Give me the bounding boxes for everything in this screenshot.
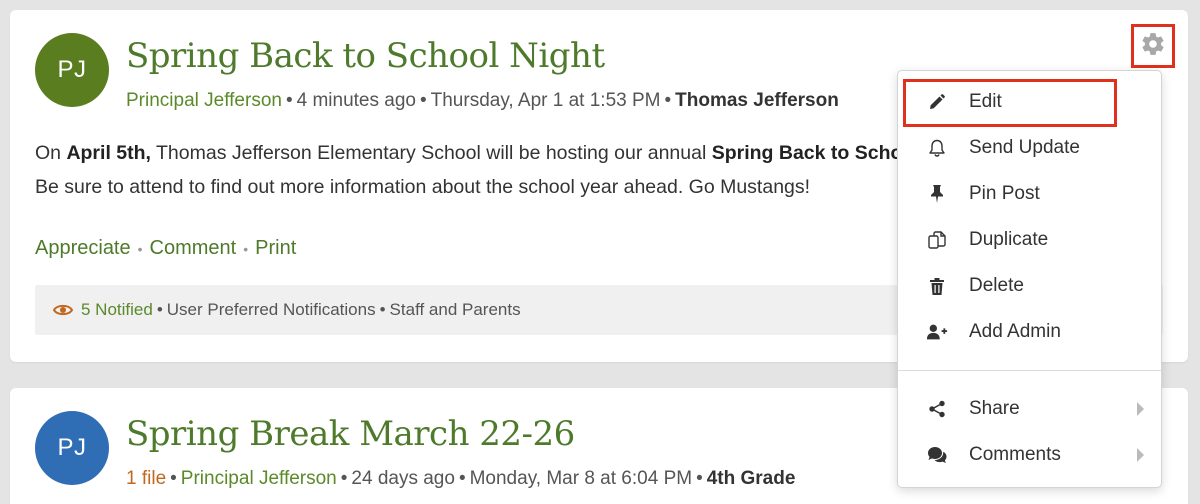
copy-icon	[926, 229, 948, 251]
chevron-right-icon	[1135, 447, 1145, 469]
print-link[interactable]: Print	[255, 237, 296, 259]
menu-item-label: Comments	[969, 444, 1061, 465]
body-line-2: Be sure to attend to find out more infor…	[35, 176, 811, 198]
menu-item-delete[interactable]: Delete	[898, 264, 1161, 308]
notified-count[interactable]: 5 Notified	[81, 300, 153, 320]
post-options-menu: Edit Send Update Pin Post Duplicate Dele…	[897, 70, 1162, 488]
author-link[interactable]: Principal Jefferson	[181, 468, 337, 489]
menu-item-pin-post[interactable]: Pin Post	[898, 172, 1161, 216]
files-link[interactable]: 1 file	[126, 468, 166, 489]
user-plus-icon	[926, 321, 948, 343]
menu-item-label: Pin Post	[969, 183, 1040, 204]
notify-method: User Preferred Notifications	[166, 300, 376, 319]
post-meta: Principal Jefferson • 4 minutes ago • Thursd…	[126, 90, 839, 111]
menu-item-label: Add Admin	[969, 321, 1061, 342]
comment-link[interactable]: Comment	[150, 237, 237, 259]
audience: Thomas Jefferson	[675, 90, 839, 111]
comments-icon	[926, 444, 948, 466]
avatar-initials: PJ	[57, 56, 87, 83]
settings-gear-button[interactable]	[1131, 24, 1175, 68]
pin-icon	[926, 183, 948, 205]
menu-item-label: Share	[969, 398, 1020, 419]
notify-recipients: Staff and Parents	[389, 300, 521, 319]
audience: 4th Grade	[706, 468, 796, 489]
relative-time: 24 days ago	[351, 468, 455, 489]
avatar-initials: PJ	[57, 434, 87, 461]
post-meta: 1 file • Principal Jefferson • 24 days ago • M…	[126, 468, 796, 489]
menu-divider	[898, 370, 1161, 371]
eye-icon	[53, 303, 73, 317]
edit-highlight-box	[903, 79, 1117, 127]
menu-item-share[interactable]: Share	[898, 387, 1161, 431]
menu-item-label: Send Update	[969, 137, 1080, 158]
gear-icon	[1140, 31, 1166, 62]
menu-item-duplicate[interactable]: Duplicate	[898, 218, 1161, 262]
post-title[interactable]: Spring Back to School Night	[126, 36, 605, 76]
post-body: On April 5th, Thomas Jefferson Elementar…	[35, 136, 915, 204]
bell-icon	[926, 137, 948, 159]
avatar[interactable]: PJ	[35, 33, 109, 107]
post-title[interactable]: Spring Break March 22-26	[126, 414, 575, 454]
menu-item-comments[interactable]: Comments	[898, 433, 1161, 477]
appreciate-link[interactable]: Appreciate	[35, 237, 131, 259]
timestamp: Thursday, Apr 1 at 1:53 PM	[430, 90, 661, 111]
menu-item-send-update[interactable]: Send Update	[898, 126, 1161, 170]
chevron-right-icon	[1135, 401, 1145, 423]
menu-item-label: Duplicate	[969, 229, 1049, 250]
avatar[interactable]: PJ	[35, 411, 109, 485]
relative-time: 4 minutes ago	[296, 90, 416, 111]
menu-item-add-admin[interactable]: Add Admin	[898, 310, 1161, 354]
share-icon	[926, 398, 948, 420]
timestamp: Monday, Mar 8 at 6:04 PM	[469, 468, 693, 489]
post-actions: Appreciate • Comment • Print	[35, 237, 297, 259]
body-line-1: On April 5th, Thomas Jefferson Elementar…	[35, 142, 915, 164]
trash-icon	[926, 275, 948, 297]
author-link[interactable]: Principal Jefferson	[126, 90, 282, 111]
menu-item-label: Delete	[969, 275, 1024, 296]
